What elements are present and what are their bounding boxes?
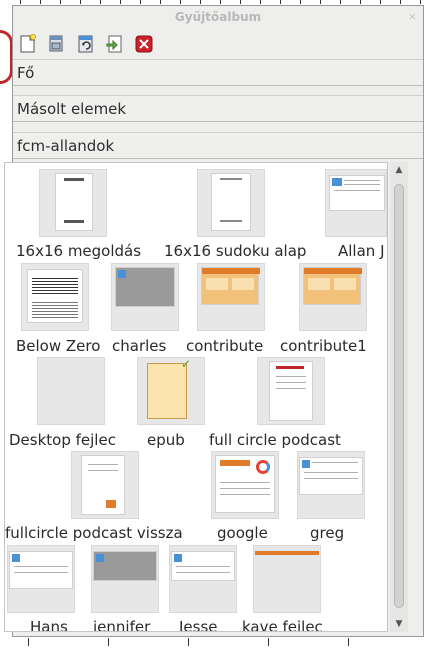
gallery-scrollbar[interactable]: ▲ ▼ bbox=[390, 162, 408, 632]
gallery-item-label: Jesse bbox=[179, 618, 218, 632]
gallery-item-label: Below Zero bbox=[16, 337, 101, 355]
close-icon[interactable]: × bbox=[408, 6, 417, 28]
export-icon bbox=[106, 35, 122, 52]
gallery-grid: 16x16 megoldás 16x16 sudoku alap Allan J… bbox=[4, 162, 388, 632]
gallery-item-label: kave fejlec bbox=[242, 618, 323, 632]
gallery-item-label: Desktop fejlec bbox=[9, 431, 116, 449]
delete-icon bbox=[135, 35, 153, 52]
gallery-item-label: contribute bbox=[186, 337, 264, 355]
export-button[interactable] bbox=[102, 31, 128, 56]
theme-fcm-allandok[interactable]: fcm-allandok bbox=[13, 132, 423, 159]
open-button[interactable] bbox=[44, 31, 70, 56]
delete-button[interactable] bbox=[131, 31, 157, 56]
gallery-item-label: contribute1 bbox=[280, 337, 367, 355]
new-theme-icon bbox=[20, 33, 36, 52]
gallery-item-label: 16x16 sudoku alap bbox=[164, 242, 307, 260]
gallery-item-label: epub bbox=[147, 431, 185, 449]
update-button[interactable] bbox=[73, 31, 99, 56]
gallery-item-label: fullcircle podcast vissza bbox=[5, 524, 183, 542]
scroll-up-icon[interactable]: ▲ bbox=[390, 162, 408, 178]
theme-fo[interactable]: Fő bbox=[13, 59, 423, 86]
toolbar bbox=[15, 31, 157, 57]
scroll-down-icon[interactable]: ▼ bbox=[390, 616, 408, 632]
gallery-item-label: google bbox=[217, 524, 268, 542]
checkmark-icon: ✓ bbox=[181, 357, 192, 371]
open-folder-icon bbox=[49, 35, 63, 51]
gallery-item-label: full circle podcast bbox=[209, 431, 341, 449]
gallery-item-label: Allan J bbox=[338, 242, 385, 260]
gallery-item-label: 16x16 megoldás bbox=[16, 242, 142, 260]
scrollbar-thumb[interactable] bbox=[394, 184, 404, 608]
gallery-item-label: charles bbox=[112, 337, 167, 355]
gallery-item-label: Hans bbox=[30, 618, 68, 632]
gallery-item-label: jennifer bbox=[93, 618, 151, 632]
title-bar[interactable]: Gyűjtőalbum × bbox=[13, 6, 423, 28]
window-title: Gyűjtőalbum bbox=[174, 10, 262, 24]
gallery-item-label: greg bbox=[310, 524, 345, 542]
new-theme-button[interactable] bbox=[15, 31, 41, 56]
background-logo bbox=[0, 30, 12, 84]
refresh-icon bbox=[78, 35, 93, 52]
background-ruler-bottom bbox=[12, 638, 424, 651]
background-ruler bbox=[0, 0, 424, 4]
theme-masolt-elemek[interactable]: Másolt elemek bbox=[13, 95, 423, 122]
